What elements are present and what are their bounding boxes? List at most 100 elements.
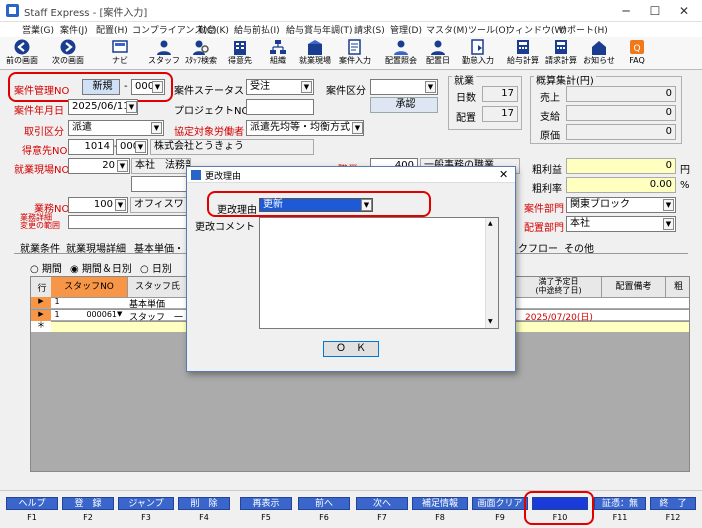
- place-dept-select[interactable]: 本社: [566, 216, 676, 232]
- f6-key-label: F6: [319, 513, 329, 522]
- radio-period-daily[interactable]: ◉ 期間＆日別: [70, 260, 132, 275]
- f11-key-label: F11: [612, 513, 628, 522]
- faq-icon: Q: [630, 40, 644, 54]
- menu-master[interactable]: マスタ(M): [426, 23, 468, 36]
- client-no-field[interactable]: 1014: [68, 139, 114, 155]
- site-detail-field[interactable]: [131, 176, 191, 192]
- grid-row-num: 1: [54, 310, 60, 319]
- f2-register-button[interactable]: 登 録: [62, 497, 114, 510]
- forward-button[interactable]: 次の画面: [48, 37, 88, 70]
- comment-scrollbar[interactable]: ▲ ▼: [485, 218, 498, 328]
- menu-kintai[interactable]: 勤怠(K): [198, 23, 229, 36]
- placement-inquiry-icon: [394, 40, 408, 55]
- deal-type-select[interactable]: 派遣: [68, 120, 164, 136]
- grid-staff-no[interactable]: 000061: [71, 310, 117, 319]
- grid-header-remarks[interactable]: 配置備考: [601, 277, 665, 297]
- f4-delete-button[interactable]: 削 除: [178, 497, 230, 510]
- radio-period[interactable]: ○ 期間: [30, 260, 62, 275]
- radio-daily[interactable]: ○ 日別: [140, 260, 172, 275]
- approval-button[interactable]: 承認: [370, 97, 438, 113]
- pay-value: 0: [566, 105, 676, 121]
- f6-prev-button[interactable]: 前へ: [298, 497, 350, 510]
- agreement-select[interactable]: 派遣先均等・均衡方式: [246, 120, 364, 136]
- organization-button[interactable]: 組織: [262, 37, 294, 70]
- payroll-button[interactable]: 給与計算: [504, 37, 542, 70]
- comment-textarea[interactable]: ▲ ▼: [259, 217, 499, 329]
- minimize-icon[interactable]: ─: [612, 0, 640, 22]
- sales-label: 売上: [540, 93, 560, 104]
- radio-off-icon: ○: [30, 264, 39, 275]
- navi-button[interactable]: ナビ: [104, 37, 136, 70]
- f12-key-label: F12: [665, 513, 681, 522]
- f9-clear-button[interactable]: 画面クリア: [472, 497, 528, 510]
- chevron-down-icon[interactable]: ▼: [151, 122, 162, 134]
- close-icon[interactable]: ✕: [670, 0, 698, 22]
- chevron-down-icon[interactable]: ▼: [117, 160, 128, 172]
- dept-select[interactable]: 関東ブロック: [566, 197, 676, 213]
- scroll-down-icon[interactable]: ▼: [488, 318, 493, 325]
- client-button[interactable]: 得意先: [222, 37, 258, 70]
- menu-kanri[interactable]: 管理(D): [390, 23, 422, 36]
- chevron-down-icon[interactable]: ▼: [425, 81, 436, 93]
- menu-anken[interactable]: 案件(J): [60, 23, 88, 36]
- job-detail-field[interactable]: [68, 215, 190, 229]
- billing-button[interactable]: 請求計算: [542, 37, 580, 70]
- grid-header-gross[interactable]: 粗: [665, 277, 689, 297]
- maximize-icon[interactable]: ☐: [641, 0, 669, 22]
- chevron-down-icon[interactable]: ▼: [352, 122, 363, 134]
- menu-haichi[interactable]: 配置(H): [96, 23, 128, 36]
- f12-exit-button[interactable]: 終 了: [650, 497, 696, 510]
- chevron-down-icon[interactable]: ▼: [115, 199, 126, 211]
- f1-key-label: F1: [27, 513, 37, 522]
- project-field[interactable]: [246, 99, 314, 115]
- ok-button[interactable]: Ｏ Ｋ: [323, 341, 379, 357]
- back-button[interactable]: 前の画面: [2, 37, 42, 70]
- placement-inquiry-button[interactable]: 配置照会: [382, 37, 420, 70]
- row-arrow-icon: ▶: [31, 310, 51, 321]
- calendar-dropdown-icon[interactable]: ▼: [126, 101, 137, 113]
- menu-kyuyo[interactable]: 給与賞与年調(T): [286, 23, 353, 36]
- menu-support[interactable]: サポート(H): [558, 23, 608, 36]
- menu-eigyo[interactable]: 営業(G): [22, 23, 54, 36]
- f11-evidence-button[interactable]: 証憑：無: [594, 497, 646, 510]
- chevron-down-icon[interactable]: ▼: [135, 141, 146, 153]
- f5-redisplay-button[interactable]: 再表示: [240, 497, 292, 510]
- staff-search-button[interactable]: ｽﾀｯﾌ検索: [182, 37, 220, 70]
- worksite-icon: [308, 40, 322, 55]
- case-entry-button[interactable]: 案件入力: [336, 37, 374, 70]
- notice-button[interactable]: お知らせ: [580, 37, 618, 70]
- dialog-close-icon[interactable]: ✕: [499, 168, 508, 181]
- comment-label: 更改コメント: [195, 222, 255, 233]
- category-label: 案件区分: [326, 86, 366, 97]
- menu-maebarai[interactable]: 給与前払(I): [234, 23, 280, 36]
- grid-header-staff-name[interactable]: スタッフ氏: [127, 277, 187, 297]
- attendance-icon: [471, 39, 484, 55]
- attendance-button[interactable]: 勤怠入力: [460, 37, 496, 70]
- chevron-down-icon[interactable]: ▼: [117, 310, 122, 318]
- menu-bar: 営業(G) 案件(J) 配置(H) コンプライアンス(C) 勤怠(K) 給与前払…: [0, 22, 702, 37]
- f3-jump-button[interactable]: ジャンプ: [118, 497, 174, 510]
- scroll-up-icon[interactable]: ▲: [488, 220, 493, 227]
- profit-value: 0: [566, 158, 676, 174]
- f8-extra-info-button[interactable]: 補足情報: [412, 497, 468, 510]
- worksite-button[interactable]: 就業現場: [296, 37, 334, 70]
- menu-tool[interactable]: ツール(O): [468, 23, 509, 36]
- organization-icon: [270, 40, 286, 54]
- grid-header-staff-no[interactable]: スタッフNO: [51, 277, 127, 297]
- menu-seikyu[interactable]: 請求(S): [354, 23, 385, 36]
- placement-day-button[interactable]: 配置日: [420, 37, 456, 70]
- dept-label: 案件部門: [524, 204, 564, 215]
- f1-help-button[interactable]: ヘルプ: [6, 497, 58, 510]
- place-dept-label: 配置部門: [524, 223, 564, 234]
- grid-header-end-date[interactable]: 満了予定日 (中途終了日): [515, 277, 601, 297]
- project-label: プロジェクトNO: [174, 106, 250, 117]
- chevron-down-icon[interactable]: ▼: [663, 218, 674, 230]
- days-value: 17: [482, 86, 518, 102]
- staff-button[interactable]: スタッフ: [146, 37, 182, 70]
- f7-next-button[interactable]: 次へ: [356, 497, 408, 510]
- chevron-down-icon[interactable]: ▼: [301, 81, 312, 93]
- f2-key-label: F2: [83, 513, 93, 522]
- chevron-down-icon[interactable]: ▼: [663, 199, 674, 211]
- faq-button[interactable]: Q FAQ: [622, 37, 652, 70]
- back-arrow-icon: [14, 39, 30, 55]
